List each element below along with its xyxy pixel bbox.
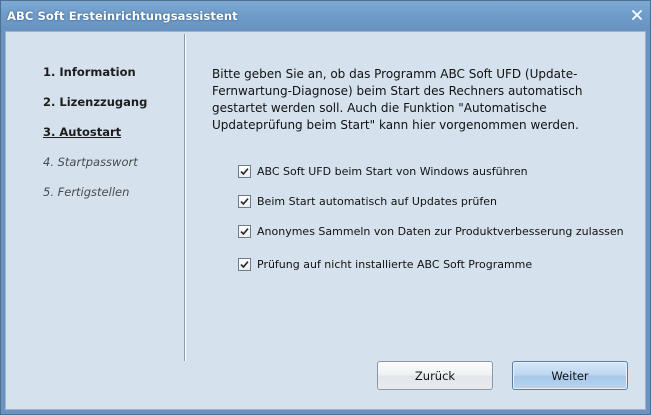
data-collection-checkbox[interactable]	[238, 225, 251, 238]
option-updates-row[interactable]: Beim Start automatisch auf Updates prüfe…	[238, 195, 497, 208]
option-data-collection-row[interactable]: Anonymes Sammeln von Daten zur Produktve…	[238, 225, 624, 238]
option-uninstalled-check-row[interactable]: Prüfung auf nicht installierte ABC Soft …	[238, 258, 532, 271]
autostart-checkbox[interactable]	[238, 165, 251, 178]
vertical-divider	[184, 34, 185, 361]
checkmark-icon	[240, 228, 249, 236]
updates-checkbox[interactable]	[238, 195, 251, 208]
window-title: ABC Soft Ersteinrichtungsassistent	[7, 9, 238, 23]
step-lizenzzugang: 2. Lizenzzugang	[43, 95, 148, 109]
step-autostart: 3. Autostart	[43, 125, 122, 139]
uninstalled-check-label: Prüfung auf nicht installierte ABC Soft …	[257, 258, 533, 271]
close-icon	[632, 10, 642, 20]
title-bar[interactable]: ABC Soft Ersteinrichtungsassistent	[1, 1, 650, 31]
autostart-label: ABC Soft UFD beim Start von Windows ausf…	[257, 165, 528, 178]
checkmark-icon	[240, 198, 249, 206]
back-button[interactable]: Zurück	[377, 361, 493, 390]
step-fertigstellen: 5. Fertigstellen	[43, 185, 130, 199]
close-button[interactable]	[630, 8, 644, 22]
wizard-window: ABC Soft Ersteinrichtungsassistent 1. In…	[0, 0, 651, 415]
updates-label: Beim Start automatisch auf Updates prüfe…	[257, 195, 498, 208]
wizard-content: 1. Information 2. Lizenzzugang 3. Autost…	[5, 31, 646, 410]
checkmark-icon	[240, 261, 249, 269]
step-startpasswort: 4. Startpasswort	[43, 155, 138, 169]
uninstalled-check-checkbox[interactable]	[238, 258, 251, 271]
checkmark-icon	[240, 168, 249, 176]
data-collection-label: Anonymes Sammeln von Daten zur Produktve…	[257, 225, 624, 238]
step-information: 1. Information	[43, 65, 136, 79]
next-button[interactable]: Weiter	[512, 361, 628, 390]
step-list: 1. Information 2. Lizenzzugang 3. Autost…	[6, 32, 186, 409]
option-autostart-row[interactable]: ABC Soft UFD beim Start von Windows ausf…	[238, 165, 528, 178]
intro-text: Bitte geben Sie an, ob das Programm ABC …	[212, 67, 583, 132]
